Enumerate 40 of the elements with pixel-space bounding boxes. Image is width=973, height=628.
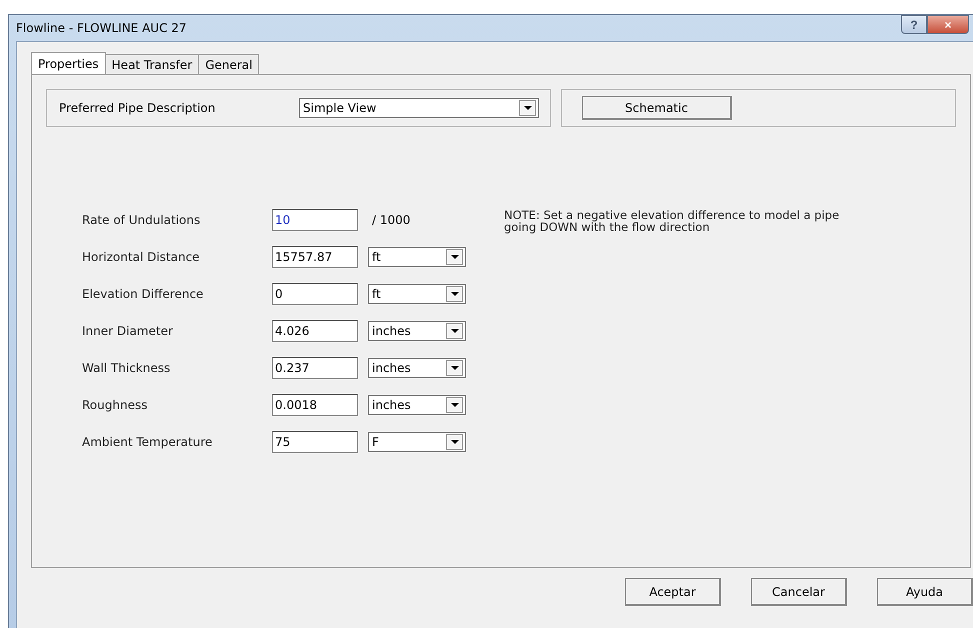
window-title: Flowline - FLOWLINE AUC 27 (16, 21, 187, 35)
unit-label: / 1000 (371, 213, 412, 227)
tab[interactable]: General (198, 54, 260, 74)
dropdown-caret-icon (450, 329, 458, 333)
unit-dropdown[interactable]: ft (368, 247, 466, 267)
dropdown-caret-icon (524, 106, 532, 110)
dialog-button[interactable]: Aceptar (625, 578, 721, 606)
input-field[interactable]: 10 (272, 209, 358, 231)
dropdown-caret-icon (450, 403, 458, 407)
input-field[interactable]: 15757.87 (272, 246, 358, 268)
input-field[interactable]: 0.237 (272, 357, 358, 379)
field-label: Inner Diameter (82, 324, 174, 338)
field-label: Elevation Difference (82, 287, 204, 301)
field-label: Rate of Undulations (82, 213, 202, 227)
tab[interactable]: Properties (31, 52, 106, 74)
unit-dropdown[interactable]: inches (368, 395, 466, 415)
input-field[interactable]: 0 (272, 283, 358, 305)
unit-dropdown[interactable]: F (368, 432, 466, 452)
dialog-button[interactable]: Cancelar (751, 578, 847, 606)
unit-dropdown[interactable]: inches (368, 321, 466, 341)
dialog-button[interactable]: Ayuda (877, 578, 973, 606)
field-label: Preferred Pipe Description (58, 101, 216, 115)
input-field[interactable]: 4.026 (272, 320, 358, 342)
input-field[interactable]: 75 (272, 431, 358, 453)
field-label: Roughness (82, 398, 148, 412)
field-label: Ambient Temperature (82, 435, 214, 449)
schematic-button[interactable]: Schematic (582, 96, 732, 120)
dropdown-caret-icon (450, 440, 458, 444)
help-button[interactable]: ? (901, 15, 927, 34)
dropdown-caret-icon (450, 255, 458, 259)
note-text: NOTE: Set a negative elevation difference to model a pipe going DOWN with the flow direction (504, 209, 840, 236)
input-field[interactable]: 0.0018 (272, 394, 358, 416)
dropdown-caret-icon (450, 292, 458, 296)
unit-dropdown[interactable]: ft (368, 284, 466, 304)
tab[interactable]: Heat Transfer (104, 54, 200, 74)
pipe-description-dropdown[interactable]: Simple View (299, 98, 539, 118)
field-label: Horizontal Distance (82, 250, 201, 264)
unit-dropdown[interactable]: inches (368, 358, 466, 378)
field-label: Wall Thickness (82, 361, 172, 375)
dropdown-caret-icon (450, 366, 458, 370)
